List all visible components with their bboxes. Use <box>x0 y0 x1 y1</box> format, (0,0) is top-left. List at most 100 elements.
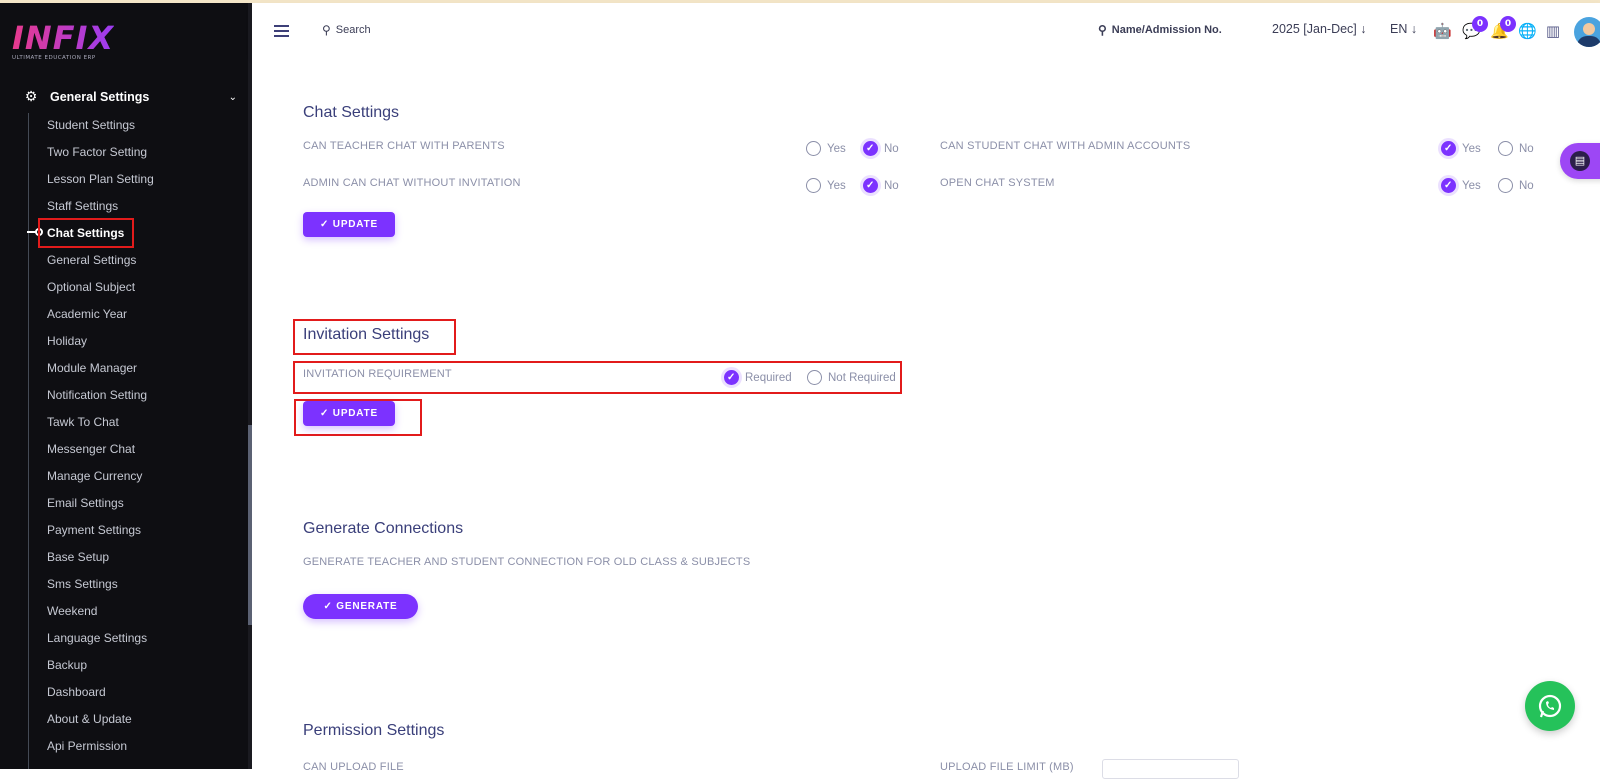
button-label: UPDATE <box>332 219 378 230</box>
sidebar-item[interactable]: Two Factor Setting <box>47 143 154 170</box>
upload-limit-input[interactable] <box>1102 759 1239 779</box>
sidebar-item[interactable]: Lesson Plan Setting <box>47 170 154 197</box>
invitation-update-button[interactable]: ✓ UPDATE <box>303 401 395 426</box>
admission-search-field[interactable]: ⚲ Name/Admission No. <box>1098 23 1222 37</box>
radio-circle <box>806 178 821 193</box>
radio-label: Yes <box>1462 142 1481 155</box>
sidebar-item[interactable]: Backup <box>47 656 154 683</box>
avatar-face <box>1583 23 1595 35</box>
sidebar-item[interactable]: Api Permission <box>47 737 154 764</box>
admission-search-label: Name/Admission No. <box>1111 24 1222 36</box>
analytics-icon[interactable]: ▥ <box>1544 22 1562 40</box>
top-header: ⚲ Search ⚲ Name/Admission No. 2025 [Jan-… <box>252 3 1600 58</box>
upload-limit-label: UPLOAD FILE LIMIT (MB) <box>940 761 1074 773</box>
chat-settings-title: Chat Settings <box>303 104 400 121</box>
radio-label: No <box>1519 142 1534 155</box>
admin-without-invite-yes-radio[interactable]: Yes <box>806 178 846 193</box>
gears-icon: ⚙ <box>24 89 38 105</box>
sidebar-section-label: General Settings <box>50 90 150 104</box>
student-admin-yes-radio[interactable]: Yes <box>1441 141 1481 156</box>
radio-label: Yes <box>1462 179 1481 192</box>
whatsapp-button[interactable] <box>1525 681 1575 731</box>
search-icon: ⚲ <box>1098 23 1107 37</box>
sidebar-item[interactable]: Weekend <box>47 602 154 629</box>
check-icon: ✓ <box>320 219 333 230</box>
generate-button[interactable]: ✓ GENERATE <box>303 594 418 619</box>
logo[interactable]: INFIX ULTIMATE EDUCATION ERP <box>12 19 114 61</box>
robot-icon[interactable]: 🤖 <box>1433 22 1452 40</box>
logo-text: INFIX <box>12 19 115 57</box>
sidebar-item[interactable]: Messenger Chat <box>47 440 154 467</box>
radio-label: Not Required <box>828 371 896 384</box>
permission-settings-title: Permission Settings <box>303 722 445 739</box>
invitation-not-required-radio[interactable]: Not Required <box>807 370 896 385</box>
chevron-down-icon: ⌄ <box>228 91 237 103</box>
button-label: GENERATE <box>336 601 398 612</box>
sidebar-item[interactable]: Module Manager <box>47 359 154 386</box>
sidebar-item[interactable]: Base Setup <box>47 548 154 575</box>
sidebar: INFIX ULTIMATE EDUCATION ERP ⚙ General S… <box>0 3 252 769</box>
student-admin-no-radio[interactable]: No <box>1498 141 1534 156</box>
whatsapp-icon <box>1538 694 1562 718</box>
sidebar-item[interactable]: Email Settings <box>47 494 154 521</box>
button-label: UPDATE <box>332 408 378 419</box>
sidebar-item[interactable]: Tawk To Chat <box>47 413 154 440</box>
check-icon: ✓ <box>323 601 337 612</box>
store-icon: ▤ <box>1570 151 1590 171</box>
radio-circle-checked <box>863 178 878 193</box>
academic-year-value: 2025 [Jan-Dec] <box>1272 22 1357 36</box>
tree-line <box>28 113 29 769</box>
generate-connections-title: Generate Connections <box>303 520 464 537</box>
sidebar-item[interactable]: General Settings <box>47 251 154 278</box>
teacher-parents-no-radio[interactable]: No <box>863 141 899 156</box>
sidebar-item[interactable]: Language Settings <box>47 629 154 656</box>
main-content: Chat Settings CAN TEACHER CHAT WITH PARE… <box>252 58 1600 773</box>
search-icon: ⚲ <box>322 23 331 37</box>
invitation-requirement-label: INVITATION REQUIREMENT <box>303 368 452 380</box>
arrow-down-icon: ↓ <box>1360 22 1367 36</box>
teacher-parents-yes-radio[interactable]: Yes <box>806 141 846 156</box>
invitation-required-radio[interactable]: Required <box>724 370 792 385</box>
floating-side-tab[interactable]: ▤ <box>1560 143 1600 179</box>
sidebar-item[interactable]: Holiday <box>47 332 154 359</box>
radio-circle <box>806 141 821 156</box>
sidebar-item[interactable]: Optional Subject <box>47 278 154 305</box>
generate-connections-description: GENERATE TEACHER AND STUDENT CONNECTION … <box>303 556 751 568</box>
radio-circle-checked <box>1441 178 1456 193</box>
sidebar-item[interactable]: Dashboard <box>47 683 154 710</box>
avatar[interactable] <box>1574 17 1600 47</box>
menu-icon[interactable] <box>274 25 289 37</box>
sidebar-item[interactable]: Manage Currency <box>47 467 154 494</box>
sidebar-section-general-settings[interactable]: ⚙ General Settings ⌄ <box>22 85 237 109</box>
invitation-settings-title: Invitation Settings <box>303 326 430 343</box>
sidebar-item[interactable]: Notification Setting <box>47 386 154 413</box>
globe-icon[interactable]: 🌐 <box>1518 22 1537 40</box>
sidebar-item[interactable]: Student Settings <box>47 116 154 143</box>
search-field[interactable]: ⚲ Search <box>322 23 371 37</box>
chat-update-button[interactable]: ✓ UPDATE <box>303 212 395 237</box>
can-upload-label: CAN UPLOAD FILE <box>303 761 404 773</box>
sidebar-item[interactable]: About & Update <box>47 710 154 737</box>
language-select[interactable]: EN ↓ <box>1390 22 1417 36</box>
arrow-down-icon: ↓ <box>1410 22 1418 36</box>
radio-label: Yes <box>827 179 846 192</box>
sidebar-item[interactable]: Sms Settings <box>47 575 154 602</box>
sidebar-item[interactable]: Payment Settings <box>47 521 154 548</box>
language-value: EN <box>1390 22 1408 36</box>
chat-badge: 0 <box>1472 16 1488 32</box>
open-chat-yes-radio[interactable]: Yes <box>1441 178 1481 193</box>
admin-without-invite-no-radio[interactable]: No <box>863 178 899 193</box>
sidebar-item[interactable]: Academic Year <box>47 305 154 332</box>
radio-label: No <box>884 142 899 155</box>
check-icon: ✓ <box>320 408 333 419</box>
open-chat-label: OPEN CHAT SYSTEM <box>940 177 1055 189</box>
radio-label: No <box>884 179 899 192</box>
radio-circle <box>1498 178 1513 193</box>
radio-label: No <box>1519 179 1534 192</box>
student-admin-label: CAN STUDENT CHAT WITH ADMIN ACCOUNTS <box>940 140 1191 152</box>
open-chat-no-radio[interactable]: No <box>1498 178 1534 193</box>
highlight-box-chat-settings <box>38 218 134 248</box>
academic-year-select[interactable]: 2025 [Jan-Dec] ↓ <box>1272 22 1367 36</box>
search-label: Search <box>335 24 371 36</box>
radio-circle-checked <box>1441 141 1456 156</box>
